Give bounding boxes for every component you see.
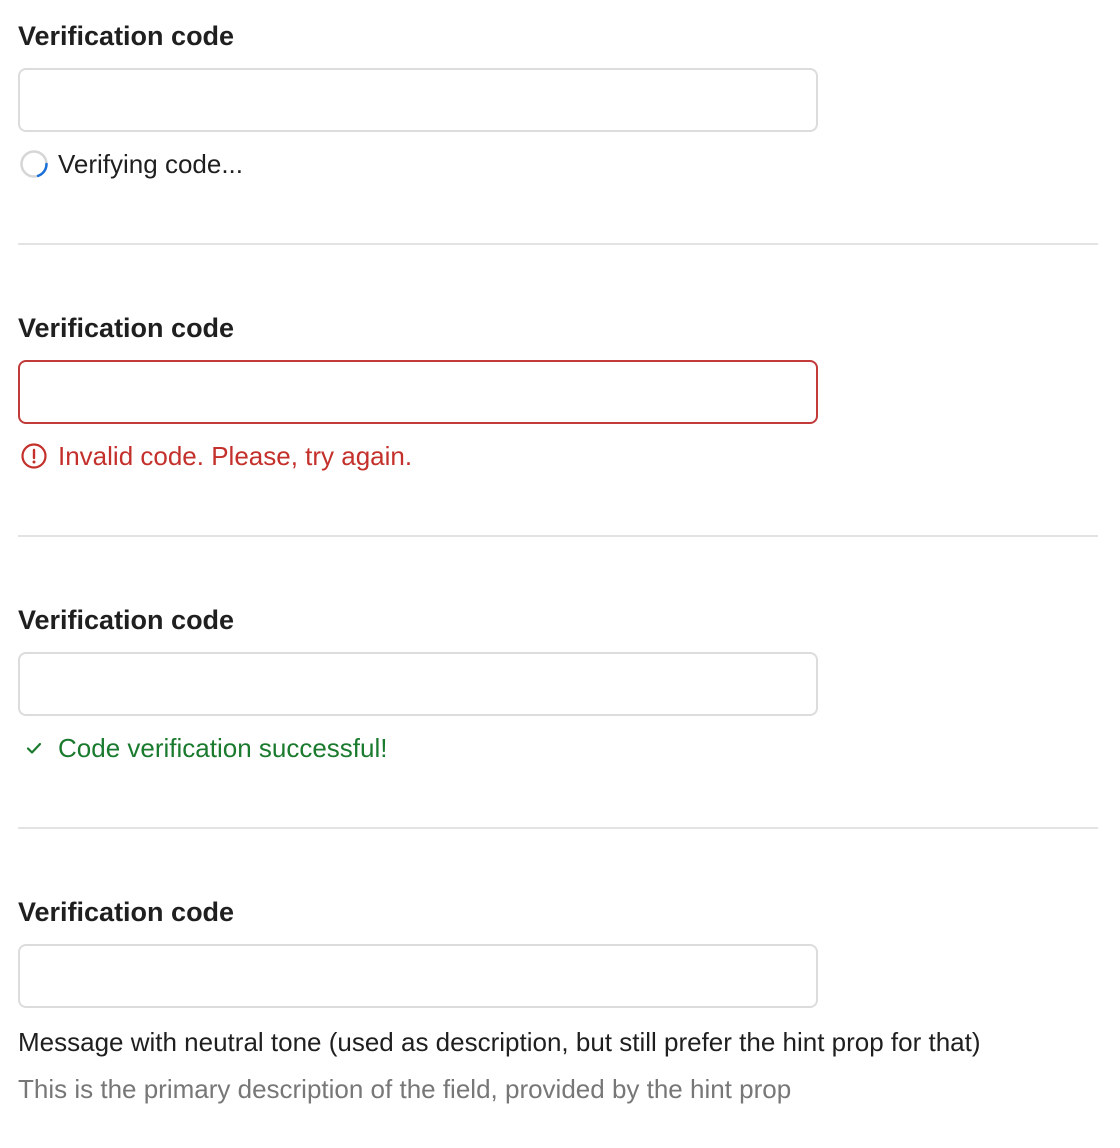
field-label: Verification code: [18, 897, 235, 927]
field-label: Verification code: [18, 21, 235, 51]
verification-field-loading: Verification code Verifying code...: [18, 18, 1098, 188]
verification-code-input[interactable]: [18, 652, 818, 716]
success-message: Code verification successful!: [18, 730, 387, 766]
verification-field-error: Verification code Invalid code. Please, …: [18, 310, 1098, 480]
verification-code-input[interactable]: [18, 944, 818, 1008]
verification-field-neutral: Verification code Message with neutral t…: [18, 894, 1098, 1114]
verification-code-input[interactable]: [18, 360, 818, 424]
field-label: Verification code: [18, 605, 235, 635]
loading-message-text: Verifying code...: [58, 149, 243, 179]
field-label: Verification code: [18, 313, 235, 343]
error-message: Invalid code. Please, try again.: [18, 438, 412, 474]
error-message-text: Invalid code. Please, try again.: [58, 441, 413, 471]
alert-circle-icon: [18, 440, 50, 472]
neutral-message: Message with neutral tone (used as descr…: [18, 1024, 981, 1060]
spinner-icon: [18, 148, 50, 180]
section-divider: [18, 243, 1098, 245]
section-divider: [18, 827, 1098, 829]
verification-code-input[interactable]: [18, 68, 818, 132]
section-divider: [18, 535, 1098, 537]
verification-field-success: Verification code Code verification succ…: [18, 602, 1098, 772]
loading-message: Verifying code...: [18, 146, 243, 182]
checkmark-icon: [18, 732, 50, 764]
neutral-message-text: Message with neutral tone (used as descr…: [18, 1027, 981, 1057]
success-message-text: Code verification successful!: [58, 733, 388, 763]
field-hint: This is the primary description of the f…: [18, 1074, 792, 1104]
